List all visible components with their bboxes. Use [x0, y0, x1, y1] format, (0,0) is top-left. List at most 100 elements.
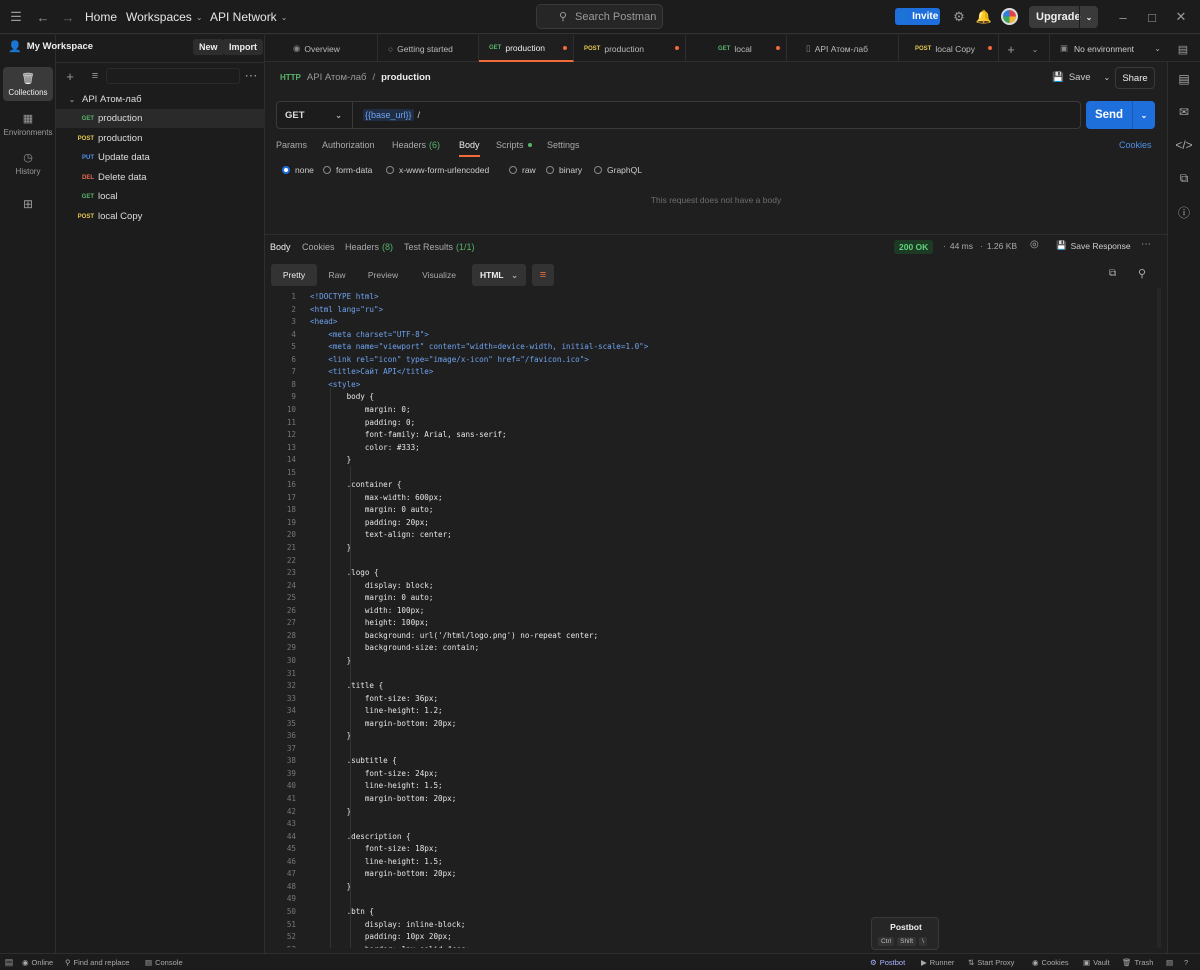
comments-icon[interactable]: ✉: [1176, 104, 1192, 120]
import-button[interactable]: Import: [223, 39, 263, 55]
api-network-menu[interactable]: API Network ⌄: [210, 10, 287, 24]
request-item-delete-data[interactable]: DEL Delete data: [56, 168, 265, 187]
environment-quicklook-icon[interactable]: ▤: [1173, 39, 1193, 59]
collection-row[interactable]: ⌄ API Атом-лаб: [56, 90, 265, 109]
forward-arrow-icon[interactable]: →: [58, 7, 78, 27]
code-icon[interactable]: </>: [1175, 137, 1192, 153]
send-button[interactable]: Send ⌄: [1086, 101, 1155, 129]
radio-none[interactable]: none: [282, 165, 314, 175]
home-link[interactable]: Home: [85, 10, 117, 24]
view-pretty[interactable]: Pretty: [271, 264, 317, 286]
tab-post-local-copy[interactable]: POST local Copy: [899, 35, 999, 62]
start-proxy-button[interactable]: ⇅ Start Proxy: [968, 958, 1014, 967]
radio-form-data[interactable]: form-data: [323, 165, 372, 175]
response-tab-cookies[interactable]: Cookies: [302, 242, 335, 252]
request-item-get-production[interactable]: GET production: [56, 109, 265, 128]
save-response-button[interactable]: 💾 Save Response: [1056, 240, 1131, 251]
new-button[interactable]: New: [193, 39, 224, 55]
scrollbar[interactable]: [1157, 288, 1161, 948]
view-preview[interactable]: Preview: [361, 264, 405, 286]
breadcrumb-collection[interactable]: API Атом-лаб: [307, 72, 367, 83]
find-replace-button[interactable]: ⚲ Find and replace: [65, 958, 129, 967]
chevron-down-icon[interactable]: ⌄: [1079, 6, 1098, 28]
radio-urlencoded[interactable]: x-www-form-urlencoded: [386, 165, 489, 175]
layout-icon[interactable]: ▤: [1166, 958, 1173, 967]
help-icon[interactable]: ?: [1184, 958, 1188, 967]
pane-divider[interactable]: [265, 234, 1167, 235]
tab-scripts[interactable]: Scripts: [496, 140, 532, 150]
radio-binary[interactable]: binary: [546, 165, 582, 175]
postbot-button[interactable]: ⚙ Postbot: [870, 958, 905, 967]
save-button[interactable]: 💾 Save ⌄: [1052, 72, 1110, 83]
filter-input[interactable]: [106, 68, 240, 84]
response-tab-tests[interactable]: Test Results (1/1): [404, 242, 475, 252]
radio-graphql[interactable]: GraphQL: [594, 165, 642, 175]
plus-icon[interactable]: +: [1001, 39, 1021, 59]
tab-get-production[interactable]: GET production: [479, 35, 574, 62]
status-badge[interactable]: 200 OK: [894, 240, 934, 254]
bell-icon[interactable]: 🔔: [974, 7, 994, 27]
workspace-title[interactable]: My Workspace: [27, 41, 93, 52]
workspaces-menu[interactable]: Workspaces ⌄: [126, 10, 203, 24]
tab-overview[interactable]: ◉ Overview: [283, 35, 378, 62]
invite-button[interactable]: 👤 Invite: [895, 8, 940, 25]
tab-params[interactable]: Params: [276, 140, 307, 150]
trash-button[interactable]: 🗑 Trash: [1122, 958, 1153, 967]
filter-icon[interactable]: ≡: [85, 66, 105, 86]
avatar[interactable]: [1001, 8, 1018, 25]
response-tab-body[interactable]: Body: [270, 242, 291, 257]
tab-headers[interactable]: Headers (6): [392, 140, 440, 150]
back-arrow-icon[interactable]: ←: [33, 7, 53, 27]
tab-settings[interactable]: Settings: [547, 140, 580, 150]
format-select[interactable]: HTML ⌄: [472, 264, 526, 286]
documentation-icon[interactable]: ▤: [1176, 71, 1192, 87]
tab-post-production[interactable]: POST production: [574, 35, 686, 62]
rail-collections[interactable]: 🗑 Collections: [3, 67, 53, 101]
environment-selector[interactable]: ▣ No environment ⌄: [1049, 35, 1161, 62]
gear-icon[interactable]: ⚙: [949, 7, 969, 27]
url-input[interactable]: {{base_url}} /: [363, 109, 420, 121]
more-icon[interactable]: ⋯: [241, 66, 261, 86]
share-button[interactable]: Share: [1115, 67, 1155, 89]
chevron-down-icon[interactable]: ⌄: [1025, 39, 1045, 59]
response-tab-headers[interactable]: Headers (8): [345, 242, 393, 252]
upgrade-button[interactable]: Upgrade ⌄: [1029, 6, 1098, 28]
wrap-lines-icon[interactable]: ≡: [532, 264, 554, 286]
maximize-icon[interactable]: □: [1142, 7, 1162, 27]
method-select[interactable]: GET ⌄: [277, 102, 353, 128]
radio-raw[interactable]: raw: [509, 165, 536, 175]
runner-button[interactable]: ▶ Runner: [921, 958, 954, 967]
chevron-down-icon[interactable]: ⌄: [1132, 101, 1155, 129]
console-button[interactable]: ▤ Console: [145, 958, 183, 967]
tab-get-local[interactable]: GET local: [686, 35, 787, 62]
chevron-down-icon[interactable]: ⌄: [1104, 73, 1111, 82]
request-item-put-update[interactable]: PUT Update data: [56, 148, 265, 167]
response-body-code[interactable]: 1 <!DOCTYPE html> 2 <html lang="ru"> 3 <head>…: [270, 288, 1152, 948]
rail-history[interactable]: ◷ History: [3, 146, 53, 180]
online-status[interactable]: ◉ Online: [22, 958, 53, 967]
search-icon[interactable]: ⚲: [1138, 267, 1146, 280]
tab-getting-started[interactable]: ○ Getting started: [378, 35, 479, 62]
related-icon[interactable]: ⧉: [1176, 170, 1192, 186]
vault-button[interactable]: ▣ Vault: [1083, 958, 1110, 967]
tab-authorization[interactable]: Authorization: [322, 140, 375, 150]
close-icon[interactable]: ✕: [1171, 7, 1191, 27]
sidebar-toggle-icon[interactable]: ▤: [2, 954, 16, 970]
request-item-post-local-copy[interactable]: POST local Copy: [56, 207, 265, 226]
copy-icon[interactable]: ⧉: [1109, 268, 1116, 279]
more-icon[interactable]: ⋯: [1141, 239, 1151, 250]
response-time[interactable]: · 44 ms: [943, 239, 973, 253]
request-item-post-production[interactable]: POST production: [56, 129, 265, 148]
tab-collection[interactable]: ▯ API Атом-лаб: [796, 35, 899, 62]
cookies-button[interactable]: ◉ Cookies: [1032, 958, 1069, 967]
breadcrumb-current[interactable]: production: [381, 72, 431, 83]
menu-icon[interactable]: ☰: [6, 7, 26, 27]
view-visualize[interactable]: Visualize: [415, 264, 463, 286]
info-icon[interactable]: ⓘ: [1176, 204, 1192, 220]
response-size[interactable]: · 1.26 KB: [980, 239, 1017, 253]
cookies-link[interactable]: Cookies: [1119, 140, 1152, 150]
tab-body[interactable]: Body: [459, 140, 480, 157]
search-input[interactable]: ⚲ Search Postman: [536, 4, 663, 29]
rail-environments[interactable]: ▦ Environments: [3, 107, 53, 141]
minimize-icon[interactable]: –: [1113, 7, 1133, 27]
